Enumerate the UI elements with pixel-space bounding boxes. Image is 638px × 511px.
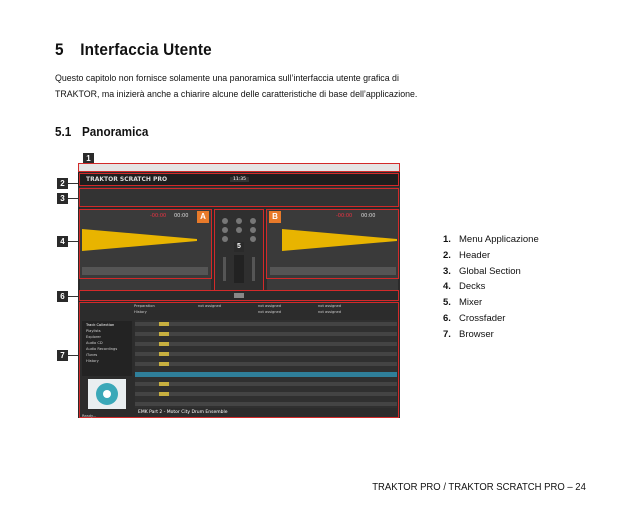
fav-3[interactable]: not assigned [198,304,221,308]
track-rows [135,322,397,406]
page-footer: TRAKTOR PRO / TRAKTOR SCRATCH PRO – 24 [372,482,586,493]
legend-label: Crossfader [459,312,506,324]
tree-item-4[interactable]: Audio CD [86,341,103,345]
callout-6: 6 [57,291,68,302]
legend-label: Mixer [459,297,483,309]
legend-label: Menu Applicazione [459,234,539,245]
legend-label: Browser [459,328,494,340]
mixer-knobs [222,218,256,283]
deck-a-letter: A [197,211,209,223]
legend-label: Header [459,249,491,261]
cover-art-image [96,383,118,405]
fav-5[interactable]: not assigned [318,304,341,308]
traktor-screenshot: TRAKTOR SCRATCH PRO 11:35 -00:00 00:00 A… [78,163,400,418]
deck-b-time2: 00:00 [361,213,376,219]
legend-item: 3. Global Section [443,264,539,280]
legend-label: Decks [459,281,486,293]
legend-num: 4. [443,281,451,293]
deck-a-transport [82,267,208,275]
cover-art [88,379,126,409]
legend-label: Global Section [459,265,521,277]
status-text: Ready... [82,414,97,418]
tree-item-1[interactable]: Track Collection [86,323,114,327]
crossfader-knob[interactable] [234,293,244,298]
fav-1[interactable]: Preparation [134,304,155,308]
section-title: 5.1 Panoramica [55,124,148,139]
deck-a-time2: 00:00 [174,213,189,219]
deck-a-waveform [82,229,197,251]
legend-item: 2. Header [443,248,539,264]
intro-line-1: Questo capitolo non fornisce solamente u… [55,73,399,84]
tree-item-7[interactable]: History [86,359,99,363]
callout-7: 7 [57,350,68,361]
legend-num: 2. [443,249,451,261]
legend-item: 7. Browser [443,327,539,343]
section-title-text: Panoramica [82,124,149,139]
clock-display: 11:35 [230,177,249,182]
legend-num: 6. [443,312,451,324]
intro-line-2: TRAKTOR, ma inizierà anche a chiarire al… [55,89,418,100]
tree-item-5[interactable]: Audio Recordings [86,347,117,351]
legend: 1. Menu Applicazione 2. Header 3. Global Se… [443,232,539,343]
deck-a-time: -00:00 [150,213,167,219]
callout-4: 4 [57,236,68,247]
callout-2: 2 [57,178,68,189]
app-logo: TRAKTOR SCRATCH PRO [86,176,168,183]
tree-item-6[interactable]: iTunes [86,353,97,357]
menu-highlight [78,163,400,172]
callout-3: 3 [57,193,68,204]
legend-num: 7. [443,328,451,340]
fav-7[interactable]: not assigned [318,310,341,314]
intro-paragraph: Questo capitolo non fornisce solamente u… [55,71,418,103]
deck-b-waveform [282,229,397,251]
legend-item: 6. Crossfader [443,311,539,327]
fav-4[interactable]: not assigned [258,304,281,308]
chapter-number: 5 [55,40,64,59]
fav-6[interactable]: not assigned [258,310,281,314]
legend-item: 4. Decks [443,279,539,295]
legend-num: 5. [443,297,451,309]
fav-2[interactable]: History [134,310,147,314]
legend-item: 1. Menu Applicazione [443,232,539,248]
legend-num: 3. [443,265,451,277]
tree-item-2[interactable]: Playlists [86,329,101,333]
legend-item: 5. Mixer [443,295,539,311]
deck-b-time: -00:00 [336,213,353,219]
deck-b-letter: B [269,211,281,223]
legend-num: 1. [443,234,451,245]
track-list [135,320,397,408]
chapter-title: 5 Interfaccia Utente [55,40,212,60]
chapter-title-text: Interfaccia Utente [80,40,212,59]
tree-item-3[interactable]: Explorer [86,335,101,339]
now-playing: EMK Part 2 - Motor City Drum Ensemble [138,410,228,415]
section-number: 5.1 [55,124,72,139]
deck-b-transport [270,267,396,275]
global-highlight [79,188,399,207]
